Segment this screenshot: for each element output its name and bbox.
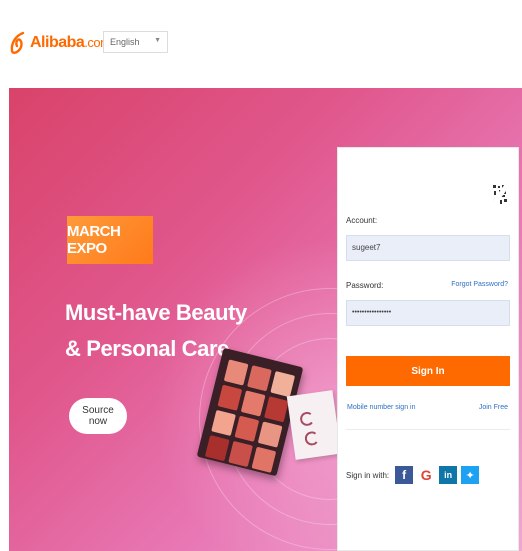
- alibaba-logo[interactable]: Alibaba.com: [9, 30, 111, 56]
- alibaba-logo-icon: [10, 31, 25, 54]
- sign-in-button[interactable]: Sign In: [346, 356, 510, 386]
- divider: [346, 429, 510, 430]
- source-now-button[interactable]: Source now: [69, 398, 127, 434]
- logo-text: Alibaba.com: [30, 34, 111, 51]
- march-expo-badge: MARCH EXPO: [67, 216, 153, 264]
- chevron-down-icon: ▼: [154, 37, 161, 44]
- qr-code-icon[interactable]: [492, 184, 508, 206]
- language-select[interactable]: English ▼: [103, 31, 168, 53]
- social-signin-row: Sign in with: f G in ✦: [346, 466, 480, 484]
- mobile-signin-link[interactable]: Mobile number sign in: [347, 404, 415, 411]
- top-header: Alibaba.com English ▼: [0, 0, 522, 88]
- cosmetic-box-image: [286, 390, 342, 460]
- social-signin-label: Sign in with:: [346, 470, 390, 480]
- google-icon[interactable]: G: [417, 466, 436, 484]
- login-panel: Account: sugeet7 Password: Forgot Passwo…: [337, 147, 519, 551]
- linkedin-icon[interactable]: in: [439, 466, 458, 484]
- facebook-icon[interactable]: f: [395, 466, 414, 484]
- headline-line-1: Must-have Beauty: [65, 300, 247, 325]
- twitter-icon[interactable]: ✦: [461, 466, 480, 484]
- join-free-link[interactable]: Join Free: [479, 404, 508, 411]
- account-label: Account:: [346, 216, 378, 225]
- language-value: English: [110, 37, 140, 47]
- account-input[interactable]: sugeet7: [346, 235, 510, 261]
- password-label: Password:: [346, 281, 384, 290]
- forgot-password-link[interactable]: Forgot Password?: [451, 281, 508, 288]
- password-input[interactable]: ••••••••••••••••: [346, 300, 510, 326]
